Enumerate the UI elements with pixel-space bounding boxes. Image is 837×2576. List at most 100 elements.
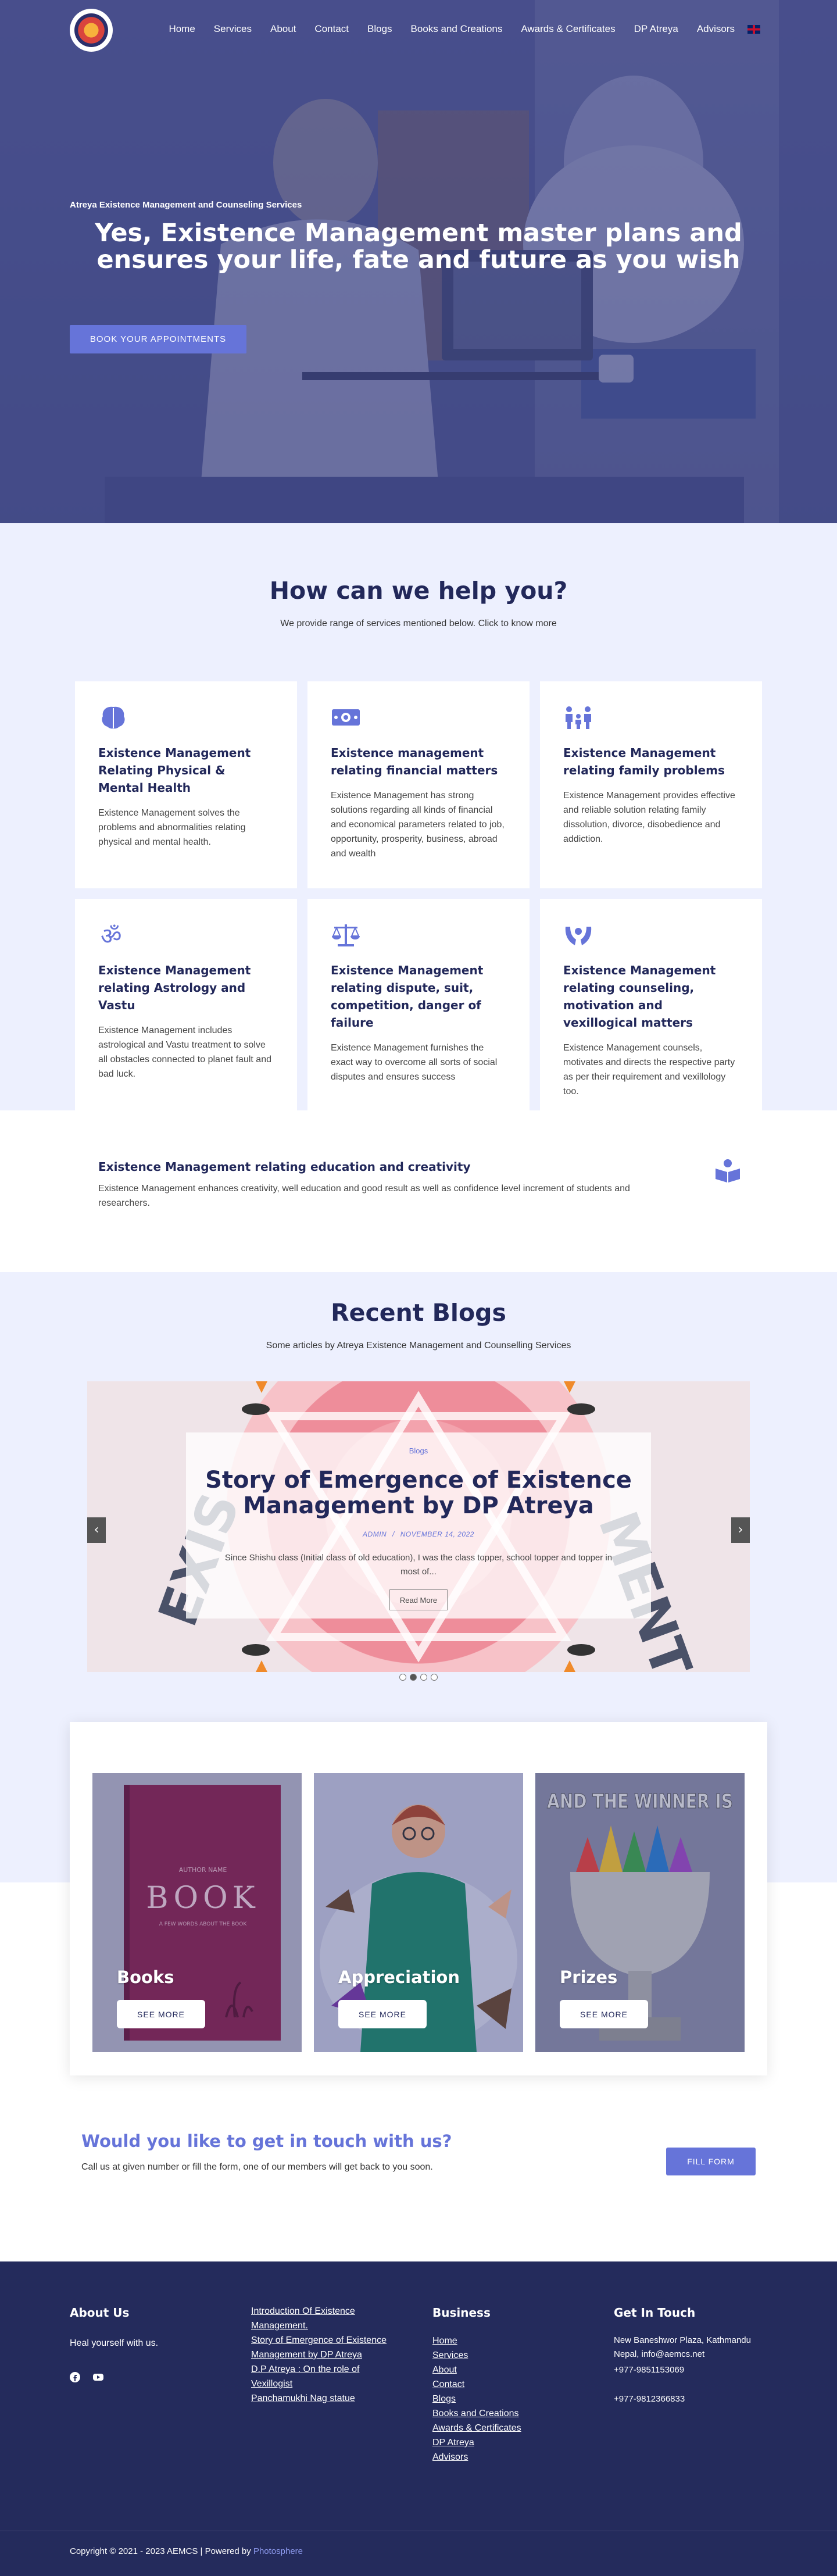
slider-prev-arrow-icon[interactable]: ‹ [87,1517,106,1543]
footer-link-about[interactable]: About [432,2363,521,2377]
nav-item-blogs[interactable]: Blogs [358,23,402,35]
footer-link-advisors[interactable]: Advisors [432,2450,521,2464]
family-icon [566,706,591,729]
fill-form-button[interactable]: FILL FORM [666,2148,756,2175]
see-more-books-button[interactable]: SEE MORE [117,2000,205,2028]
copyright-text: Copyright © 2021 - 2023 AEMCS | Powered … [70,2546,251,2556]
footer-link-dp-atreya[interactable]: DP Atreya [432,2435,521,2450]
nav-item-books[interactable]: Books and Creations [402,23,512,35]
service-card-astrology[interactable]: ॐ Existence Management relating Astrolog… [75,899,297,1124]
powered-by-link[interactable]: Photosphere [253,2546,303,2556]
slider-dot[interactable] [431,1674,438,1681]
blogs-title: Recent Blogs [331,1299,506,1327]
footer-business-links: Home Services About Contact Blogs Books … [432,2334,521,2464]
footer-articles: Introduction Of Existence Management. St… [251,2304,402,2406]
service-card-title: Existence Management Relating Physical &… [98,746,251,795]
blog-slide-card: Blogs Story of Emergence of Existence Ma… [186,1432,651,1619]
service-card-text: Existence Management has strong solution… [331,791,505,859]
money-icon [332,709,360,726]
service-card-health[interactable]: Existence Management Relating Physical &… [75,681,297,888]
footer-link-contact[interactable]: Contact [432,2377,521,2392]
slide-category[interactable]: Blogs [186,1446,651,1455]
see-more-prizes-button[interactable]: SEE MORE [560,2000,648,2028]
services-section: How can we help you? We provide range of… [0,523,837,1239]
gallery-tile-books[interactable]: AUTHOR NAME BOOK A FEW WORDS ABOUT THE B… [92,1773,302,2052]
book-reader-icon [716,1159,740,1182]
slide-title[interactable]: Story of Emergence of Existence Manageme… [203,1467,634,1519]
blogs-subtitle: Some articles by Atreya Existence Manage… [266,1341,571,1350]
facebook-icon[interactable] [70,2372,80,2382]
svg-text:ॐ: ॐ [101,923,121,948]
footer-article-link[interactable]: Story of Emergence of Existence Manageme… [251,2333,402,2362]
footer-link-blogs[interactable]: Blogs [432,2392,521,2406]
service-card-text: Existence Management provides effective … [563,791,735,844]
hero-section: Home Services About Contact Blogs Books … [0,0,837,523]
services-subtitle: We provide range of services mentioned b… [280,619,557,628]
nav-item-contact[interactable]: Contact [305,23,358,35]
tile-title: Appreciation [338,1967,460,1987]
youtube-icon[interactable] [93,2372,103,2382]
logo-emblem-icon [74,13,108,47]
service-card-family[interactable]: Existence Management relating family pro… [540,681,762,888]
service-card-education[interactable]: Existence Management relating education … [75,1135,762,1239]
book-appointment-button[interactable]: BOOK YOUR APPOINTMENTS [70,325,246,353]
brain-icon [102,706,125,729]
service-card-financial[interactable]: Existence management relating financial … [307,681,530,888]
hero-title: Yes, Existence Management master plans a… [95,219,742,274]
footer-business-title: Business [432,2306,491,2320]
service-card-counseling[interactable]: Existence Management relating counseling… [540,899,762,1124]
slide-author[interactable]: ADMIN [363,1530,387,1538]
slider-next-arrow-icon[interactable]: › [731,1517,750,1543]
service-card-title: Existence Management relating counseling… [563,963,716,1030]
service-card-title: Existence Management relating family pro… [563,746,725,777]
nav-item-awards[interactable]: Awards & Certificates [512,23,624,35]
slider-dot-active[interactable] [410,1674,417,1681]
services-title: How can we help you? [269,577,568,605]
slider-dot[interactable] [420,1674,427,1681]
footer-about-title: About Us [70,2306,130,2320]
blog-slider[interactable]: EXIS MENT Blogs Story of Emergence of Ex… [87,1381,750,1672]
read-more-button[interactable]: Read More [389,1589,448,1610]
see-more-appreciation-button[interactable]: SEE MORE [338,2000,427,2028]
slide-meta-separator: / [392,1530,395,1538]
footer-link-awards[interactable]: Awards & Certificates [432,2421,521,2435]
slider-dot[interactable] [399,1674,406,1681]
social-links [70,2372,103,2382]
scale-icon [332,924,360,946]
nav-item-services[interactable]: Services [205,23,261,35]
footer-phone-1[interactable]: +977-9851153069 [614,2363,684,2377]
slide-excerpt: Since Shishu class (Initial class of old… [224,1553,613,1577]
footer-article-link[interactable]: Panchamukhi Nag statue [251,2391,402,2406]
service-card-text: Existence Management solves the problems… [98,808,246,847]
copyright: Copyright © 2021 - 2023 AEMCS | Powered … [70,2546,303,2556]
language-flag-icon[interactable] [747,25,760,34]
service-card-text: Existence Management includes astrologic… [98,1026,271,1079]
om-icon: ॐ [101,923,121,950]
footer-article-link[interactable]: D.P Atreya : On the role of Vexillogist [251,2362,402,2391]
tile-title: Prizes [560,1967,618,1987]
service-card-dispute[interactable]: Existence Management relating dispute, s… [307,899,530,1124]
gallery-tile-prizes[interactable]: AND THE WINNER IS Prizes SEE MORE [535,1773,745,2052]
gallery-tile-appreciation[interactable]: Appreciation SEE MORE [314,1773,523,2052]
nav-item-dp-atreya[interactable]: DP Atreya [625,23,688,35]
service-card-title: Existence Management relating Astrology … [98,963,251,1012]
slide-date[interactable]: NOVEMBER 14, 2022 [400,1530,474,1538]
nav-menu: Home Services About Contact Blogs Books … [159,23,760,35]
nav-item-about[interactable]: About [261,23,305,35]
footer-link-home[interactable]: Home [432,2334,521,2348]
contact-cta-text: Call us at given number or fill the form… [81,2162,433,2172]
hero-eyebrow: Atreya Existence Management and Counseli… [70,200,302,210]
nav-item-home[interactable]: Home [159,23,204,35]
hands-icon [565,927,592,945]
service-card-title: Existence Management relating education … [98,1160,471,1174]
site-logo[interactable] [70,9,113,52]
tile-title: Books [117,1967,174,1987]
footer-article-link[interactable]: Introduction Of Existence Management. [251,2304,402,2333]
footer-address: New Baneshwor Plaza, Kathmandu Nepal, in… [614,2335,751,2359]
footer-link-books[interactable]: Books and Creations [432,2406,521,2421]
service-card-text: Existence Management furnishes the exact… [331,1043,498,1082]
service-card-text: Existence Management counsels, motivates… [563,1043,735,1096]
nav-item-advisors[interactable]: Advisors [688,23,744,35]
footer-link-services[interactable]: Services [432,2348,521,2363]
footer-phone-2[interactable]: +977-9812366833 [614,2392,685,2406]
